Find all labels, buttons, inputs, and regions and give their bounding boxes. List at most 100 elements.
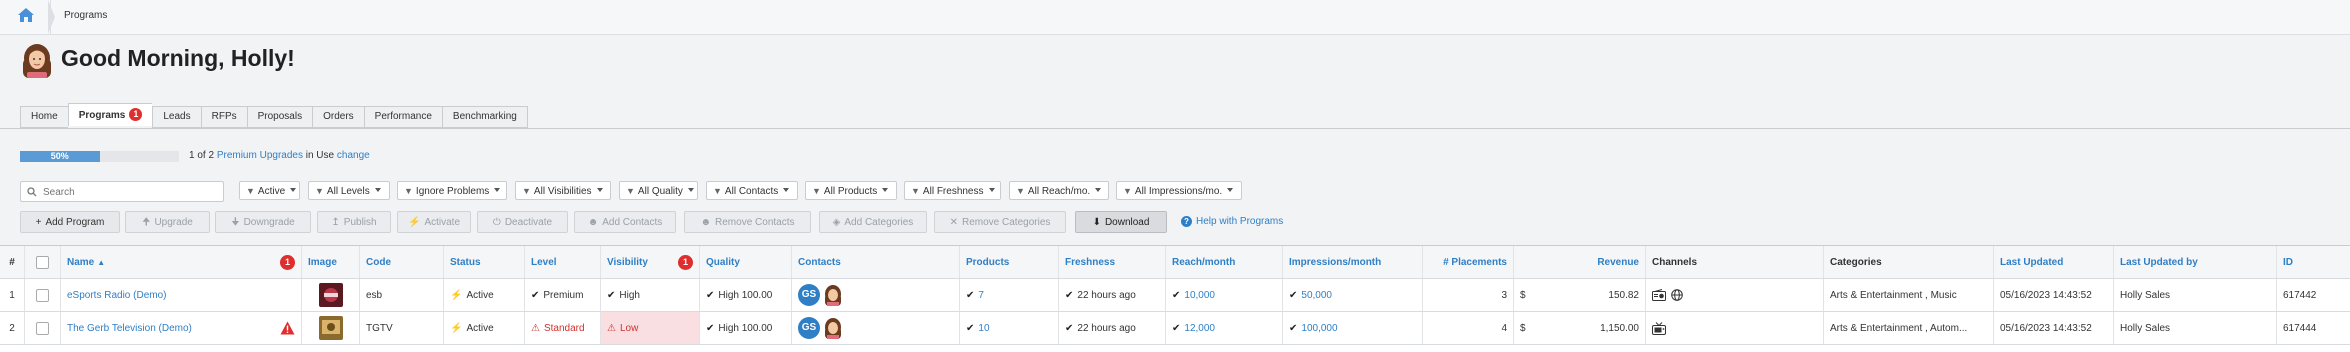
filter-contacts[interactable]: ▼ All Contacts (706, 181, 798, 200)
add-contacts-button[interactable]: ☻ Add Contacts (574, 211, 676, 233)
program-name-link[interactable]: The Gerb Television (Demo) (67, 323, 192, 334)
help-link[interactable]: ? Help with Programs (1181, 216, 1283, 227)
remove-categories-button[interactable]: ✕ Remove Categories (934, 211, 1066, 233)
warning-icon: ⚠ (607, 322, 616, 334)
reach-link[interactable]: 12,000 (1184, 323, 1215, 334)
remove-contacts-button[interactable]: ☻ Remove Contacts (684, 211, 811, 233)
tab-proposals[interactable]: Proposals (246, 106, 313, 128)
search-input[interactable] (41, 184, 221, 200)
col-header-id[interactable]: ID (2277, 246, 2350, 278)
add-categories-button[interactable]: ◈ Add Categories (819, 211, 927, 233)
col-header-freshness[interactable]: Freshness (1059, 246, 1166, 278)
col-header-impressions[interactable]: Impressions/month (1283, 246, 1423, 278)
program-thumbnail[interactable] (318, 316, 343, 340)
table-row[interactable]: 2 The Gerb Television (Demo) TGTV ⚡ Activ… (0, 312, 2350, 345)
col-header-categories: Categories (1824, 246, 1994, 278)
tab-performance[interactable]: Performance (363, 106, 442, 128)
contact-avatar[interactable] (823, 317, 843, 339)
tab-orders[interactable]: Orders (312, 106, 364, 128)
contacts-cell: GS (792, 279, 960, 311)
tab-home[interactable]: Home (20, 106, 68, 128)
col-header-name[interactable]: Name ▲ 1 (61, 246, 302, 278)
filter-freshness[interactable]: ▼ All Freshness (904, 181, 1001, 200)
col-header-quality[interactable]: Quality (700, 246, 792, 278)
impressions-link[interactable]: 100,000 (1301, 323, 1337, 334)
publish-button[interactable]: ↥ Publish (317, 211, 391, 233)
last-updated-by-cell: Holly Sales (2114, 312, 2277, 344)
filter-impressions[interactable]: ▼ All Impressions/mo. (1116, 181, 1242, 200)
revenue-value: 1,150.00 (1600, 322, 1639, 334)
row-checkbox[interactable] (36, 321, 49, 335)
col-header-code[interactable]: Code (360, 246, 444, 278)
premium-upgrades-link[interactable]: Premium Upgrades (217, 150, 303, 161)
filter-icon: ▼ (713, 186, 722, 196)
name-problem-badge[interactable]: 1 (280, 254, 295, 270)
tab-benchmarking[interactable]: Benchmarking (441, 106, 528, 128)
contact-initials-avatar[interactable]: GS (798, 317, 820, 339)
row-checkbox[interactable] (36, 288, 49, 302)
tab-leads[interactable]: Leads (152, 106, 201, 128)
col-header-reach[interactable]: Reach/month (1166, 246, 1283, 278)
chevron-down-icon (494, 188, 501, 192)
row-number: 1 (0, 279, 25, 311)
level-cell: ✔ Premium (525, 279, 601, 311)
col-header-status[interactable]: Status (444, 246, 525, 278)
col-header-products[interactable]: Products (960, 246, 1059, 278)
filter-status[interactable]: ▼ Active (239, 181, 300, 200)
image-cell (302, 279, 360, 311)
select-all-cell[interactable] (25, 246, 61, 278)
row-select-cell[interactable] (25, 279, 61, 311)
col-header-image[interactable]: Image (302, 246, 360, 278)
select-all-checkbox[interactable] (36, 255, 49, 269)
col-header-placements[interactable]: # Placements (1423, 246, 1514, 278)
search-icon (27, 187, 37, 197)
tab-rfps[interactable]: RFPs (200, 106, 247, 128)
add-program-button[interactable]: + Add Program (20, 211, 120, 233)
filter-levels[interactable]: ▼ All Levels (308, 181, 390, 200)
row-select-cell[interactable] (25, 312, 61, 344)
filter-problems[interactable]: ▼ Ignore Problems (397, 181, 507, 200)
visibility-problem-badge[interactable]: 1 (678, 254, 693, 270)
impressions-link[interactable]: 50,000 (1301, 290, 1332, 301)
channels-cell (1646, 279, 1824, 311)
warning-icon[interactable] (280, 321, 295, 335)
search-box[interactable] (20, 181, 224, 202)
filter-label: All Levels (326, 186, 370, 197)
filter-label: All Quality (637, 186, 683, 197)
deactivate-button[interactable]: ⏻ Deactivate (477, 211, 568, 233)
bolt-icon: ⚡ (450, 322, 463, 334)
channels-cell (1646, 312, 1824, 344)
activate-button[interactable]: ⚡ Activate (397, 211, 471, 233)
downgrade-button[interactable]: 🠋 Downgrade (215, 211, 311, 233)
col-header-level[interactable]: Level (525, 246, 601, 278)
filter-reach[interactable]: ▼ All Reach/mo. (1009, 181, 1109, 200)
change-link[interactable]: change (337, 150, 370, 161)
contact-initials-avatar[interactable]: GS (798, 284, 820, 306)
tab-divider (0, 128, 2350, 129)
home-button[interactable] (0, 0, 51, 34)
filter-quality[interactable]: ▼ All Quality (619, 181, 698, 200)
currency-symbol: $ (1520, 322, 1526, 334)
products-link[interactable]: 10 (978, 323, 989, 334)
program-thumbnail[interactable] (318, 283, 343, 307)
col-header-last-updated[interactable]: Last Updated (1994, 246, 2114, 278)
products-link[interactable]: 7 (978, 290, 984, 301)
filter-products[interactable]: ▼ All Products (805, 181, 897, 200)
program-name-link[interactable]: eSports Radio (Demo) (61, 279, 302, 311)
col-header-revenue[interactable]: Revenue (1514, 246, 1646, 278)
upgrade-button[interactable]: 🠉 Upgrade (125, 211, 210, 233)
tab-programs[interactable]: Programs 1 (67, 103, 153, 126)
col-header-last-updated-by[interactable]: Last Updated by (2114, 246, 2277, 278)
filter-icon: ▼ (315, 186, 324, 196)
reach-link[interactable]: 10,000 (1184, 290, 1215, 301)
col-header-visibility[interactable]: Visibility 1 (601, 246, 700, 278)
quality-cell: ✔ High 100.00 (700, 312, 792, 344)
table-row[interactable]: 1 eSports Radio (Demo) esb ⚡ Active ✔ Prem… (0, 279, 2350, 312)
chevron-down-icon (596, 188, 603, 192)
code-cell: esb (360, 279, 444, 311)
button-label: Downgrade (243, 217, 295, 228)
download-button[interactable]: ⬇ Download (1075, 211, 1167, 233)
filter-visibilities[interactable]: ▼ All Visibilities (515, 181, 611, 200)
col-header-contacts[interactable]: Contacts (792, 246, 960, 278)
contact-avatar[interactable] (823, 284, 843, 306)
